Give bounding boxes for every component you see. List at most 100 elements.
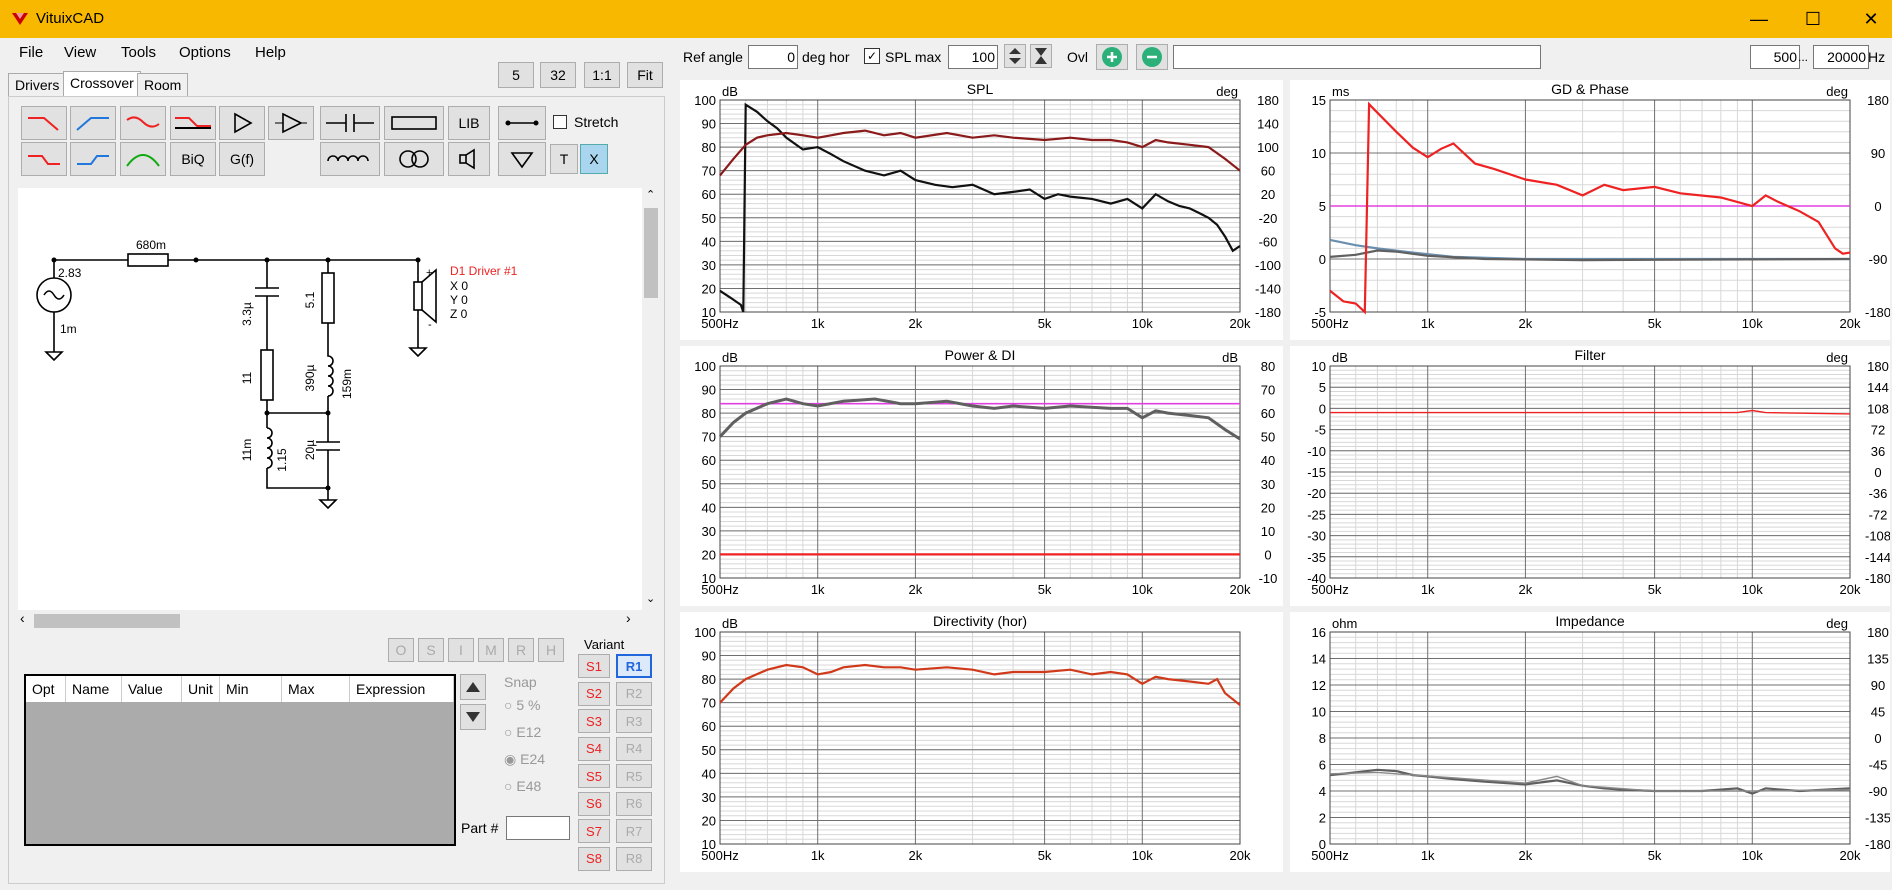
biquad-button[interactable]: BiQ bbox=[170, 142, 216, 176]
variant-s7-button[interactable]: S7 bbox=[578, 819, 610, 843]
delete-button[interactable]: X bbox=[580, 144, 608, 174]
scroll-right-icon[interactable]: › bbox=[626, 610, 631, 626]
freq-max-input[interactable] bbox=[1813, 45, 1869, 69]
schematic-canvas[interactable]: 680m 2.83 1m 3.3µ 11 11m 1.15 5.1 390µ 1… bbox=[18, 188, 642, 610]
minimize-icon[interactable]: — bbox=[1736, 0, 1782, 38]
scroll-up-icon[interactable]: ⌃ bbox=[646, 188, 655, 201]
zoom-1to1-button[interactable]: 1:1 bbox=[584, 62, 620, 88]
variant-r2-button[interactable]: R2 bbox=[616, 681, 652, 706]
opt-o-button[interactable]: O bbox=[388, 638, 414, 662]
scroll-down-icon[interactable]: ⌄ bbox=[646, 592, 655, 605]
opamp-button[interactable] bbox=[268, 106, 314, 140]
move-down-button[interactable] bbox=[460, 704, 486, 730]
opt-s-button[interactable]: S bbox=[418, 638, 444, 662]
highpass-blue-button[interactable] bbox=[70, 106, 116, 140]
col-max[interactable]: Max bbox=[282, 676, 350, 702]
remove-overlay-button[interactable] bbox=[1136, 44, 1168, 70]
variant-s1-button[interactable]: S1 bbox=[578, 654, 610, 678]
highpass-blue-2-button[interactable] bbox=[70, 142, 116, 176]
vscroll-thumb[interactable] bbox=[644, 208, 658, 298]
zoom-5-button[interactable]: 5 bbox=[498, 62, 534, 88]
spl-max-input[interactable] bbox=[948, 45, 998, 69]
overlay-input[interactable] bbox=[1173, 45, 1541, 69]
ground-button[interactable] bbox=[498, 142, 546, 176]
gd-chart[interactable]: GD & Phase ms deg 15 10 5 0 -5 180 90 0 -90 -180 500H… bbox=[1290, 80, 1891, 340]
wire-button[interactable] bbox=[498, 106, 546, 140]
speaker-button[interactable] bbox=[448, 142, 490, 176]
transformer-button[interactable] bbox=[384, 142, 444, 176]
col-unit[interactable]: Unit bbox=[182, 676, 220, 702]
variant-s2-button[interactable]: S2 bbox=[578, 681, 610, 706]
text-button[interactable]: T bbox=[550, 144, 578, 174]
part-number-input[interactable] bbox=[506, 816, 570, 840]
impedance-chart[interactable]: Impedance ohm deg 16 14 12 10 8 6 4 2 0 180 135 90 45 0-… bbox=[1290, 612, 1891, 872]
variant-r3-button[interactable]: R3 bbox=[616, 709, 652, 733]
schematic-hscroll[interactable]: ‹ › bbox=[18, 610, 642, 630]
lowpass-red-2-button[interactable] bbox=[21, 142, 67, 176]
menu-tools[interactable]: Tools bbox=[121, 44, 156, 61]
opt-r-button[interactable]: R bbox=[508, 638, 534, 662]
transfer-function-button[interactable]: G(f) bbox=[219, 142, 265, 176]
ref-angle-input[interactable] bbox=[748, 45, 798, 69]
variant-r5-button[interactable]: R5 bbox=[616, 764, 652, 788]
zoom-32-button[interactable]: 32 bbox=[540, 62, 576, 88]
variant-s8-button[interactable]: S8 bbox=[578, 846, 610, 871]
resistor-button[interactable] bbox=[384, 106, 444, 140]
freq-min-input[interactable] bbox=[1750, 45, 1800, 69]
scroll-left-icon[interactable]: ‹ bbox=[20, 610, 25, 626]
spl-chart[interactable]: SPL dB deg 100 90 80 70 60 50 40 30 20 10 180 140 100 60… bbox=[680, 80, 1283, 340]
col-expression[interactable]: Expression bbox=[350, 676, 454, 702]
col-min[interactable]: Min bbox=[220, 676, 282, 702]
variant-r8-button[interactable]: R8 bbox=[616, 846, 652, 871]
snap-option-5pct[interactable]: ○ 5 % bbox=[504, 697, 540, 713]
variant-s6-button[interactable]: S6 bbox=[578, 791, 610, 816]
opt-m-button[interactable]: M bbox=[478, 638, 504, 662]
opt-h-button[interactable]: H bbox=[538, 638, 564, 662]
inductor-button[interactable] bbox=[320, 142, 380, 176]
col-opt[interactable]: Opt bbox=[26, 676, 66, 702]
filter-chart-svg[interactable]: FilterdB deg1050-5-10-15-20-25-30-35-4018… bbox=[1290, 346, 1891, 606]
impedance-chart-svg[interactable]: Impedanceohm deg161412108642018013590450-… bbox=[1290, 612, 1891, 872]
schematic-vscroll[interactable]: ⌃ ⌄ bbox=[642, 188, 660, 610]
notch-red-button[interactable] bbox=[120, 106, 166, 140]
hscroll-thumb[interactable] bbox=[34, 614, 180, 628]
power-chart-svg[interactable]: Power & DI dB dB 100 90 80 70 60 50 40 30 20 10 80 70 6… bbox=[680, 346, 1283, 606]
buffer-button[interactable] bbox=[219, 106, 265, 140]
move-up-button[interactable] bbox=[460, 674, 486, 700]
variant-r7-button[interactable]: R7 bbox=[616, 819, 652, 843]
stretch-checkbox[interactable] bbox=[553, 115, 567, 129]
spl-max-checkbox[interactable]: ✓ bbox=[864, 48, 880, 64]
variant-r4-button[interactable]: R4 bbox=[616, 736, 652, 761]
snap-option-e24[interactable]: ◉ E24 bbox=[504, 751, 545, 768]
menu-view[interactable]: View bbox=[64, 44, 96, 61]
directivity-chart[interactable]: Directivity (hor) dB 100 90 80 70 60 50 40 30 20 10… bbox=[680, 612, 1283, 872]
menu-file[interactable]: File bbox=[19, 44, 43, 61]
directivity-chart-svg[interactable]: Directivity (hor) dB 100 90 80 70 60 50 40 30 20 10… bbox=[680, 612, 1283, 872]
snap-option-e48[interactable]: ○ E48 bbox=[504, 778, 541, 794]
variant-s3-button[interactable]: S3 bbox=[578, 709, 610, 733]
tab-crossover[interactable]: Crossover bbox=[63, 71, 141, 97]
zoom-fit-button[interactable]: Fit bbox=[627, 62, 663, 88]
lowpass-red-button[interactable] bbox=[21, 106, 67, 140]
crossover-schematic[interactable]: 680m 2.83 1m 3.3µ 11 11m 1.15 5.1 390µ 1… bbox=[18, 188, 642, 610]
add-overlay-button[interactable] bbox=[1096, 44, 1128, 70]
tab-room[interactable]: Room bbox=[137, 73, 189, 96]
close-icon[interactable]: ✕ bbox=[1848, 0, 1892, 38]
filter-chart[interactable]: Filter dB deg 10 5 0 -5 -10 -15 -20 -25 -30 -35 -40 18… bbox=[1290, 346, 1891, 606]
library-button[interactable]: LIB bbox=[448, 106, 490, 140]
snap-option-e12[interactable]: ○ E12 bbox=[504, 724, 541, 740]
tab-drivers[interactable]: Drivers bbox=[8, 73, 67, 96]
shelf-button[interactable] bbox=[170, 106, 216, 140]
spl-fit-button[interactable] bbox=[1030, 44, 1052, 68]
col-value[interactable]: Value bbox=[122, 676, 182, 702]
variant-r1-button[interactable]: R1 bbox=[616, 654, 652, 678]
spl-spin-button[interactable] bbox=[1004, 44, 1026, 68]
capacitor-button[interactable] bbox=[320, 106, 380, 140]
bandpass-green-button[interactable] bbox=[120, 142, 166, 176]
variant-r6-button[interactable]: R6 bbox=[616, 791, 652, 816]
menu-options[interactable]: Options bbox=[179, 44, 231, 61]
gd-chart-svg[interactable]: GD & Phasems deg151050-5180900-90-180500H… bbox=[1290, 80, 1891, 340]
spl-chart-svg[interactable]: SPLdB deg10090807060504030201018014010060… bbox=[680, 80, 1283, 340]
variant-s4-button[interactable]: S4 bbox=[578, 736, 610, 761]
parameter-table[interactable]: Opt Name Value Unit Min Max Expression bbox=[24, 674, 456, 846]
